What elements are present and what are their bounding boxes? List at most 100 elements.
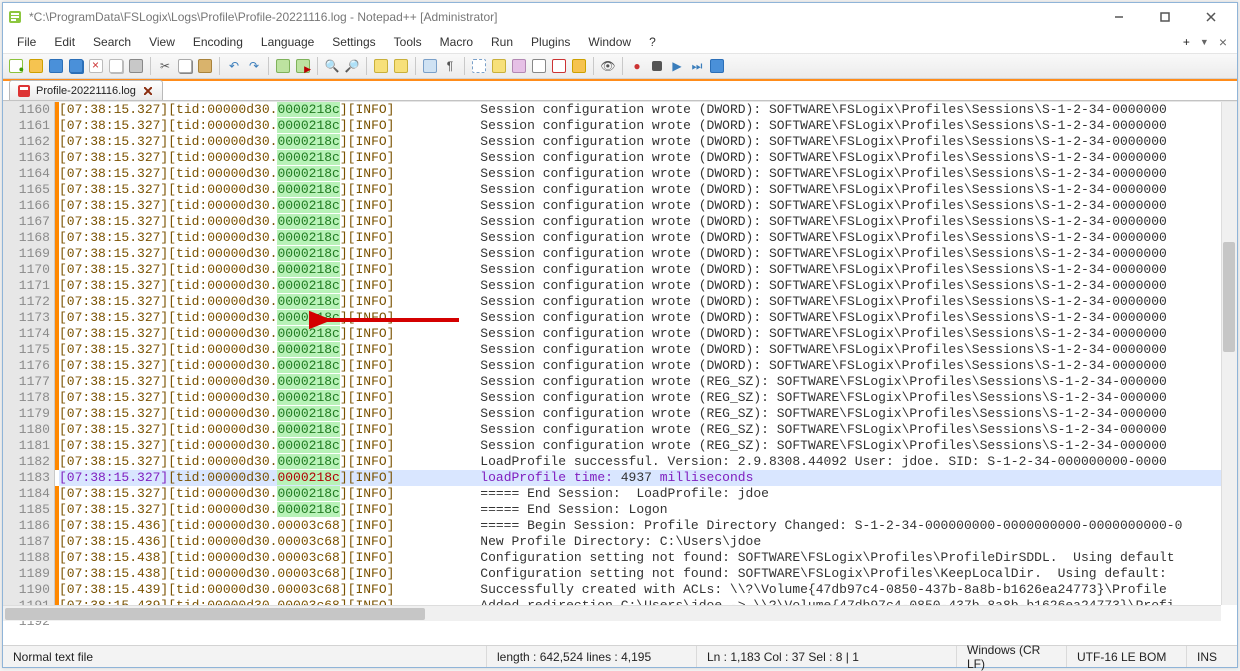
line-number[interactable]: 1169 <box>3 246 50 262</box>
wordwrap-icon[interactable] <box>421 57 439 75</box>
indent-guide-icon[interactable] <box>470 57 488 75</box>
code-line[interactable]: [07:38:15.327][tid:00000d30.0000218c][IN… <box>59 230 1237 246</box>
stop-macro-icon[interactable] <box>648 57 666 75</box>
doclist-icon[interactable] <box>530 57 548 75</box>
line-number[interactable]: 1161 <box>3 118 50 134</box>
menu-view[interactable]: View <box>141 33 183 51</box>
sync-v-icon[interactable] <box>372 57 390 75</box>
all-chars-icon[interactable]: ¶ <box>441 57 459 75</box>
code-line[interactable]: [07:38:15.327][tid:00000d30.0000218c][IN… <box>59 198 1237 214</box>
code-line[interactable]: [07:38:15.327][tid:00000d30.0000218c][IN… <box>59 166 1237 182</box>
line-number[interactable]: 1167 <box>3 214 50 230</box>
menu-file[interactable]: File <box>9 33 44 51</box>
tab-close-icon[interactable] <box>142 85 154 97</box>
line-number[interactable]: 1166 <box>3 198 50 214</box>
horizontal-scroll-thumb[interactable] <box>5 608 425 620</box>
line-number[interactable]: 1188 <box>3 550 50 566</box>
line-number[interactable]: 1182 <box>3 454 50 470</box>
save-all-icon[interactable] <box>67 57 85 75</box>
code-line[interactable]: [07:38:15.327][tid:00000d30.0000218c][IN… <box>59 390 1237 406</box>
menu-window[interactable]: Window <box>580 33 639 51</box>
line-number[interactable]: 1178 <box>3 390 50 406</box>
line-number[interactable]: 1164 <box>3 166 50 182</box>
menu-language[interactable]: Language <box>253 33 322 51</box>
docmap-icon[interactable] <box>510 57 528 75</box>
cut-icon[interactable]: ✂ <box>156 57 174 75</box>
menu-help[interactable]: ? <box>641 33 664 51</box>
code-line[interactable]: [07:38:15.327][tid:00000d30.0000218c][IN… <box>59 150 1237 166</box>
menu-encoding[interactable]: Encoding <box>185 33 251 51</box>
code-line[interactable]: [07:38:15.327][tid:00000d30.0000218c][IN… <box>59 342 1237 358</box>
code-line[interactable]: [07:38:15.327][tid:00000d30.0000218c][IN… <box>59 310 1237 326</box>
line-number[interactable]: 1177 <box>3 374 50 390</box>
vertical-scrollbar[interactable] <box>1221 102 1237 605</box>
line-number-gutter[interactable]: 1160116111621163116411651166116711681169… <box>3 102 55 621</box>
line-number[interactable]: 1181 <box>3 438 50 454</box>
text-area[interactable]: [07:38:15.327][tid:00000d30.0000218c][IN… <box>59 102 1237 621</box>
print-icon[interactable] <box>127 57 145 75</box>
line-number[interactable]: 1165 <box>3 182 50 198</box>
undo-icon[interactable]: ↶ <box>225 57 243 75</box>
status-insert-mode[interactable]: INS <box>1187 646 1237 667</box>
line-number[interactable]: 1173 <box>3 310 50 326</box>
toolbar-plus-icon[interactable]: + <box>1183 35 1190 49</box>
line-number[interactable]: 1175 <box>3 342 50 358</box>
line-number[interactable]: 1187 <box>3 534 50 550</box>
paste-icon[interactable] <box>196 57 214 75</box>
line-number[interactable]: 1186 <box>3 518 50 534</box>
tab-active[interactable]: Profile-20221116.log <box>9 80 163 100</box>
code-line[interactable]: [07:38:15.327][tid:00000d30.0000218c][IN… <box>59 134 1237 150</box>
code-line[interactable]: [07:38:15.327][tid:00000d30.0000218c][IN… <box>59 406 1237 422</box>
status-encoding[interactable]: UTF-16 LE BOM <box>1067 646 1187 667</box>
line-number[interactable]: 1174 <box>3 326 50 342</box>
redo-icon[interactable]: ↷ <box>245 57 263 75</box>
play-multi-icon[interactable]: ⏭ <box>688 57 706 75</box>
replace-icon[interactable]: ▶ <box>294 57 312 75</box>
code-line[interactable]: [07:38:15.327][tid:00000d30.0000218c][IN… <box>59 374 1237 390</box>
open-file-icon[interactable] <box>27 57 45 75</box>
code-line[interactable]: [07:38:15.327][tid:00000d30.0000218c][IN… <box>59 438 1237 454</box>
line-number[interactable]: 1189 <box>3 566 50 582</box>
menu-run[interactable]: Run <box>483 33 521 51</box>
zoom-in-icon[interactable]: 🔍 <box>323 57 341 75</box>
code-line[interactable]: [07:38:15.327][tid:00000d30.0000218c][IN… <box>59 502 1237 518</box>
maximize-button[interactable] <box>1143 5 1187 29</box>
code-line[interactable]: [07:38:15.327][tid:00000d30.0000218c][IN… <box>59 278 1237 294</box>
menu-settings[interactable]: Settings <box>324 33 383 51</box>
save-macro-icon[interactable] <box>708 57 726 75</box>
code-line[interactable]: [07:38:15.439][tid:00000d30.00003c68][IN… <box>59 582 1237 598</box>
code-line[interactable]: [07:38:15.327][tid:00000d30.0000218c][IN… <box>59 326 1237 342</box>
zoom-out-icon[interactable]: 🔎 <box>343 57 361 75</box>
code-line[interactable]: [07:38:15.438][tid:00000d30.00003c68][IN… <box>59 566 1237 582</box>
line-number[interactable]: 1185 <box>3 502 50 518</box>
code-line[interactable]: [07:38:15.327][tid:00000d30.0000218c][IN… <box>59 102 1237 118</box>
copy-icon[interactable] <box>176 57 194 75</box>
code-line[interactable]: [07:38:15.327][tid:00000d30.0000218c][IN… <box>59 214 1237 230</box>
code-line[interactable]: [07:38:15.327][tid:00000d30.0000218c][IN… <box>59 294 1237 310</box>
code-line[interactable]: [07:38:15.327][tid:00000d30.0000218c][IN… <box>59 246 1237 262</box>
menu-plugins[interactable]: Plugins <box>523 33 578 51</box>
sync-h-icon[interactable] <box>392 57 410 75</box>
save-icon[interactable] <box>47 57 65 75</box>
code-line[interactable]: [07:38:15.327][tid:00000d30.0000218c][IN… <box>59 486 1237 502</box>
toolbar-dropdown-icon[interactable]: ▼ <box>1200 37 1209 47</box>
line-number[interactable]: 1162 <box>3 134 50 150</box>
line-number[interactable]: 1180 <box>3 422 50 438</box>
toolbar-close-icon[interactable]: × <box>1219 34 1227 50</box>
code-line[interactable]: [07:38:15.327][tid:00000d30.0000218c][IN… <box>59 454 1237 470</box>
code-line[interactable]: [07:38:15.327][tid:00000d30.0000218c][IN… <box>59 182 1237 198</box>
play-macro-icon[interactable]: ▶ <box>668 57 686 75</box>
code-line[interactable]: [07:38:15.327][tid:00000d30.0000218c][IN… <box>59 118 1237 134</box>
menu-tools[interactable]: Tools <box>386 33 430 51</box>
monitor-icon[interactable]: 👁 <box>599 57 617 75</box>
horizontal-scrollbar[interactable] <box>3 605 1221 621</box>
code-line[interactable]: [07:38:15.327][tid:00000d30.0000218c][IN… <box>59 358 1237 374</box>
close-button[interactable] <box>1189 5 1233 29</box>
line-number[interactable]: 1179 <box>3 406 50 422</box>
line-number[interactable]: 1168 <box>3 230 50 246</box>
folder-icon[interactable] <box>570 57 588 75</box>
code-line[interactable]: [07:38:15.327][tid:00000d30.0000218c][IN… <box>59 422 1237 438</box>
line-number[interactable]: 1170 <box>3 262 50 278</box>
record-macro-icon[interactable]: ● <box>628 57 646 75</box>
line-number[interactable]: 1160 <box>3 102 50 118</box>
